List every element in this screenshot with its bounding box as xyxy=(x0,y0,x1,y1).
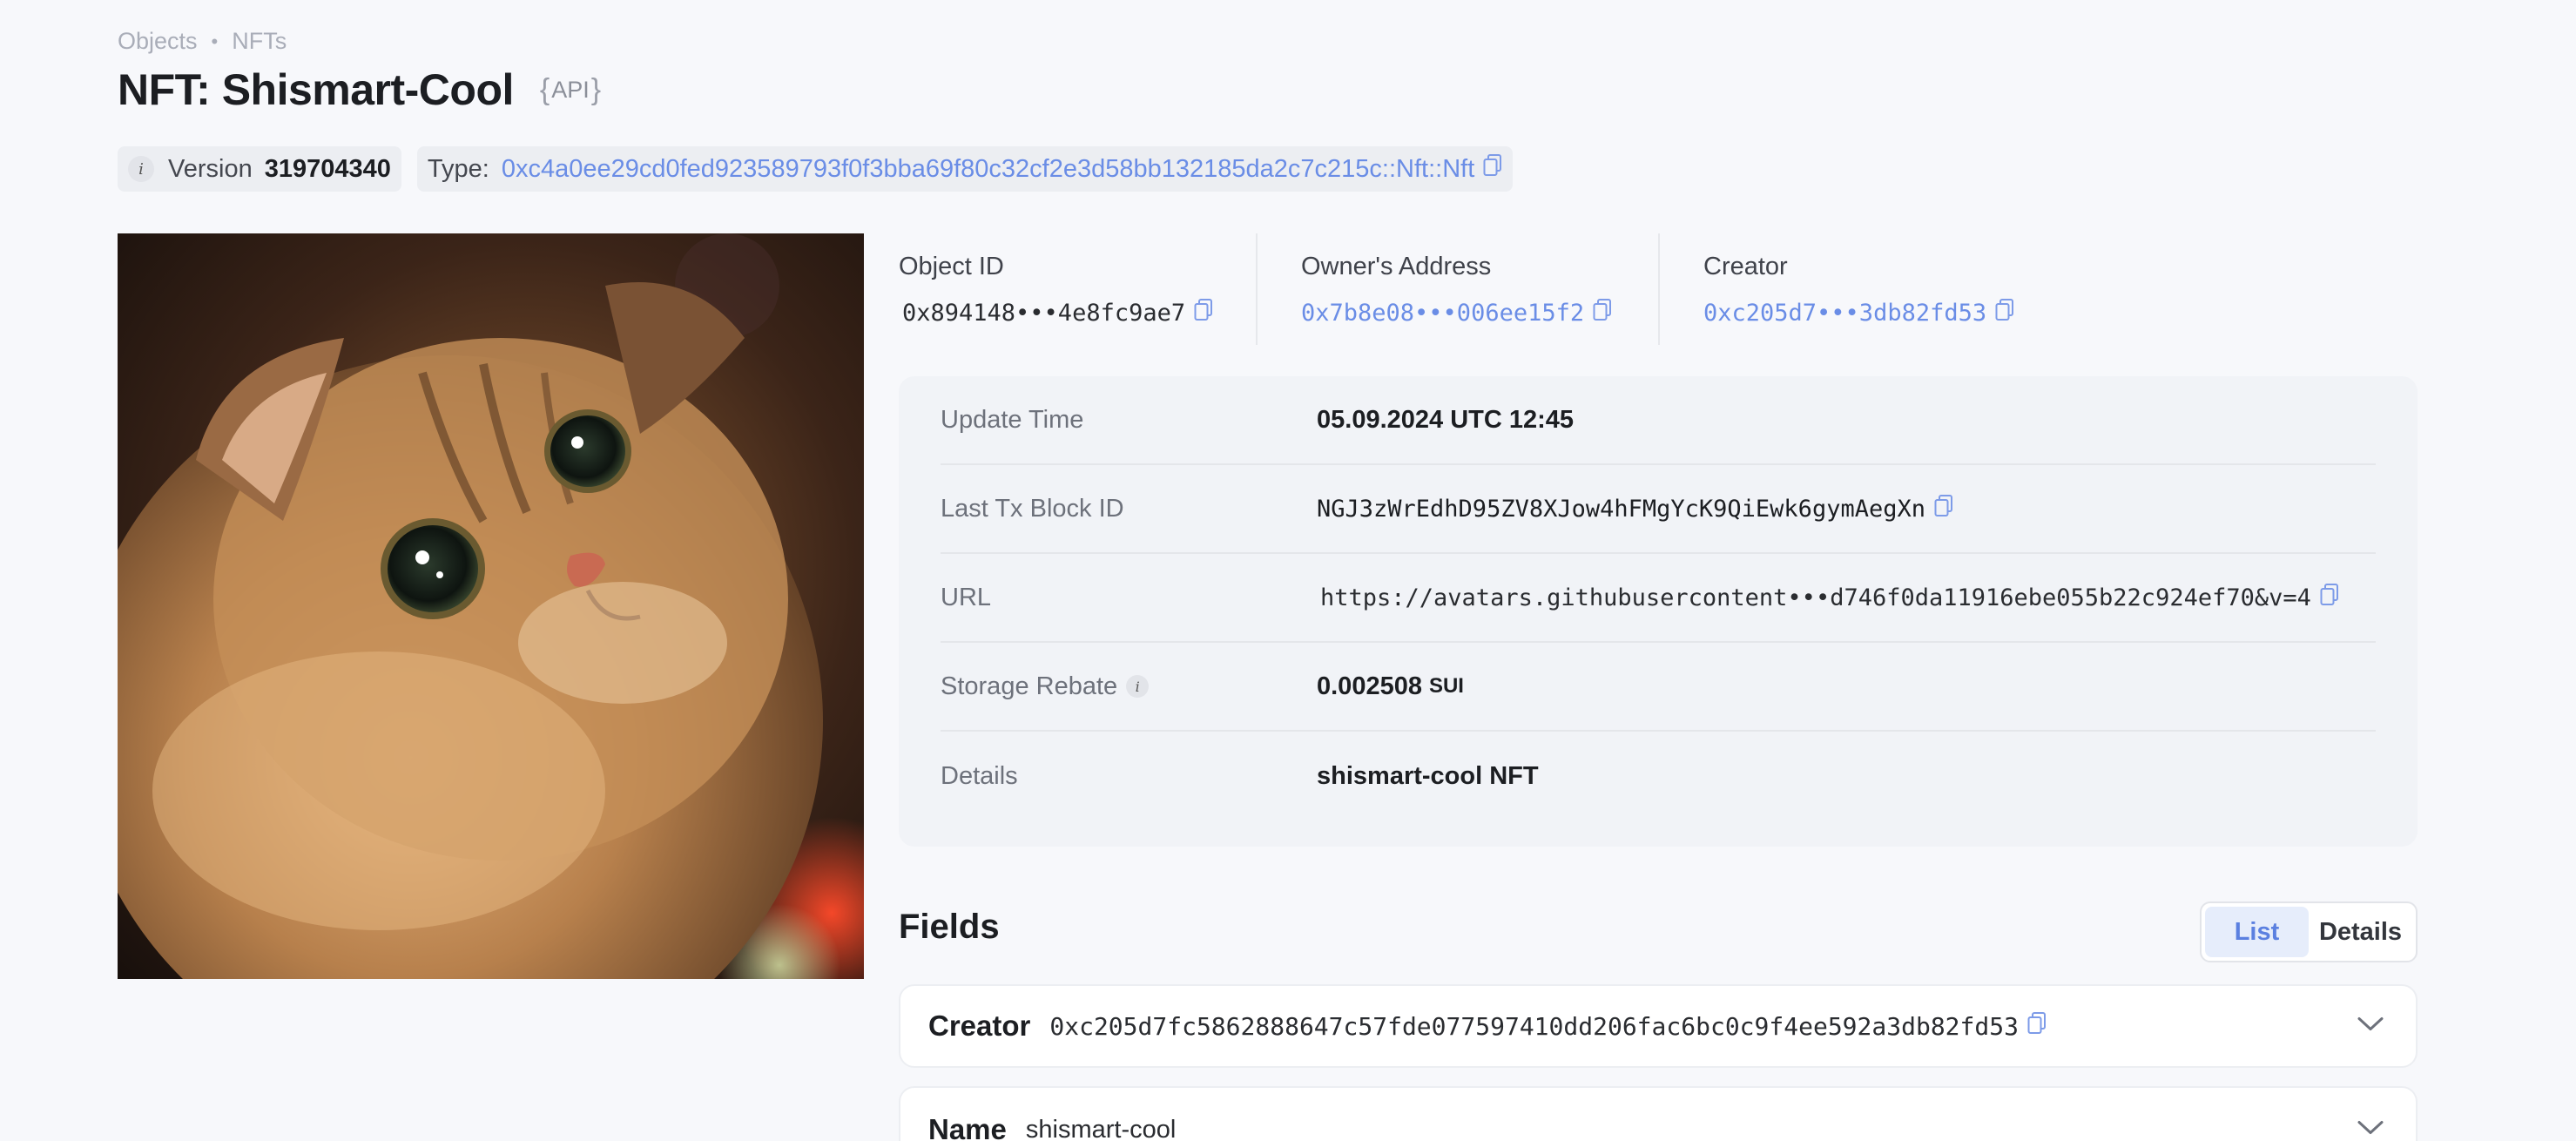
url-label: URL xyxy=(941,583,992,611)
meta-chips: i Version 319704340 Type: 0xc4a0ee29cd0f… xyxy=(118,146,1514,192)
creator-value-row: 0xc205d7•••3db82fd53 xyxy=(1703,299,2026,327)
detail-row-update-time: Update Time 05.09.2024 UTC 12:45 xyxy=(941,376,2376,465)
update-time-value: 05.09.2024 UTC 12:45 xyxy=(1317,405,1575,434)
copy-icon[interactable] xyxy=(1483,154,1502,184)
info-icon[interactable]: i xyxy=(128,156,154,182)
field-name: Name xyxy=(928,1113,1007,1141)
view-toggle: List Details xyxy=(2200,901,2418,962)
api-brace-close: } xyxy=(590,72,602,106)
object-id-label: Object ID xyxy=(899,253,1004,280)
list-view-button[interactable]: List xyxy=(2205,907,2309,957)
url-value-row: https://avatars.githubusercontent•••d746… xyxy=(1317,583,2339,612)
details-value: shismart-cool NFT xyxy=(1317,761,1539,790)
url-value: https://avatars.githubusercontent•••d746… xyxy=(1320,584,2311,611)
owner-section: Owner's Address 0x7b8e08•••006ee15f2 xyxy=(1258,233,1658,345)
owner-label: Owner's Address xyxy=(1301,253,1492,280)
detail-row-url: URL https://avatars.githubusercontent•••… xyxy=(941,554,2376,643)
breadcrumb-separator: • xyxy=(211,30,219,52)
fields-heading: Fields xyxy=(899,908,1000,946)
breadcrumb-nfts[interactable]: NFTs xyxy=(232,28,287,55)
creator-address-link[interactable]: 0xc205d7•••3db82fd53 xyxy=(1703,300,1986,327)
detail-row-storage-rebate: Storage Rebate i 0.002508 SUI xyxy=(941,643,2376,732)
copy-icon[interactable] xyxy=(2320,583,2339,612)
title-row: NFT: Shismart-Cool { API } xyxy=(118,64,601,115)
version-label: Version xyxy=(168,154,253,183)
type-link[interactable]: 0xc4a0ee29cd0fed923589793f0f3bba69f80c32… xyxy=(502,155,1474,184)
storage-rebate-label: Storage Rebate xyxy=(941,672,1118,700)
storage-rebate-value-row: 0.002508 SUI xyxy=(1317,672,1464,701)
detail-row-details: Details shismart-cool NFT xyxy=(941,732,2376,820)
info-columns: Object ID 0x894148•••4e8fc9ae7 Owner's A… xyxy=(899,233,2026,345)
copy-icon[interactable] xyxy=(1934,494,1953,523)
api-link[interactable]: { API } xyxy=(540,73,601,107)
owner-address-link[interactable]: 0x7b8e08•••006ee15f2 xyxy=(1301,300,1584,327)
version-value: 319704340 xyxy=(264,154,391,183)
object-id-value: 0x894148•••4e8fc9ae7 xyxy=(902,300,1186,327)
field-item-name[interactable]: Name shismart-cool xyxy=(899,1086,2418,1141)
field-value-row: 0xc205d7fc5862888647c57fde077597410dd206… xyxy=(1049,1011,2047,1041)
copy-icon[interactable] xyxy=(2027,1011,2047,1041)
object-id-value-row: 0x894148•••4e8fc9ae7 xyxy=(899,299,1256,327)
field-name: Creator xyxy=(928,1009,1031,1042)
api-label: API xyxy=(551,76,590,103)
chevron-down-icon[interactable] xyxy=(2357,1016,2384,1037)
copy-icon[interactable] xyxy=(1593,299,1612,327)
nft-image xyxy=(118,233,864,979)
type-chip: Type: 0xc4a0ee29cd0fed923589793f0f3bba69… xyxy=(416,146,1514,192)
update-time-label: Update Time xyxy=(941,405,1084,434)
detail-row-last-tx: Last Tx Block ID NGJ3zWrEdhD95ZV8XJow4hF… xyxy=(941,465,2376,554)
info-icon[interactable]: i xyxy=(1126,675,1150,698)
copy-icon[interactable] xyxy=(1194,299,1213,327)
last-tx-value-row: NGJ3zWrEdhD95ZV8XJow4hFMgYcK9QiEwk6gymAe… xyxy=(1317,494,1953,523)
copy-icon[interactable] xyxy=(1995,299,2014,327)
version-chip: i Version 319704340 xyxy=(118,146,401,192)
last-tx-link[interactable]: NGJ3zWrEdhD95ZV8XJow4hFMgYcK9QiEwk6gymAe… xyxy=(1317,496,1925,523)
chevron-down-icon[interactable] xyxy=(2357,1119,2384,1141)
api-brace-open: { xyxy=(539,72,550,106)
field-value: shismart-cool xyxy=(1025,1115,1177,1141)
creator-section: Creator 0xc205d7•••3db82fd53 xyxy=(1660,233,2026,345)
field-item-creator[interactable]: Creator 0xc205d7fc5862888647c57fde077597… xyxy=(899,984,2418,1068)
owner-value-row: 0x7b8e08•••006ee15f2 xyxy=(1301,299,1658,327)
object-id-section: Object ID 0x894148•••4e8fc9ae7 xyxy=(899,233,1256,345)
breadcrumb-objects[interactable]: Objects xyxy=(118,28,198,55)
page-title: NFT: Shismart-Cool xyxy=(118,65,514,114)
details-view-button[interactable]: Details xyxy=(2309,907,2412,957)
breadcrumb: Objects • NFTs xyxy=(118,28,287,55)
creator-label: Creator xyxy=(1703,253,1788,280)
storage-rebate-value: 0.002508 xyxy=(1317,672,1422,700)
sui-unit: SUI xyxy=(1428,674,1464,698)
field-value: 0xc205d7fc5862888647c57fde077597410dd206… xyxy=(1049,1011,2019,1041)
type-label: Type: xyxy=(427,154,489,183)
last-tx-label: Last Tx Block ID xyxy=(941,494,1124,523)
object-details-card: Update Time 05.09.2024 UTC 12:45 Last Tx… xyxy=(899,376,2418,847)
details-label: Details xyxy=(941,761,1018,790)
storage-rebate-label-row: Storage Rebate i xyxy=(941,672,1317,701)
